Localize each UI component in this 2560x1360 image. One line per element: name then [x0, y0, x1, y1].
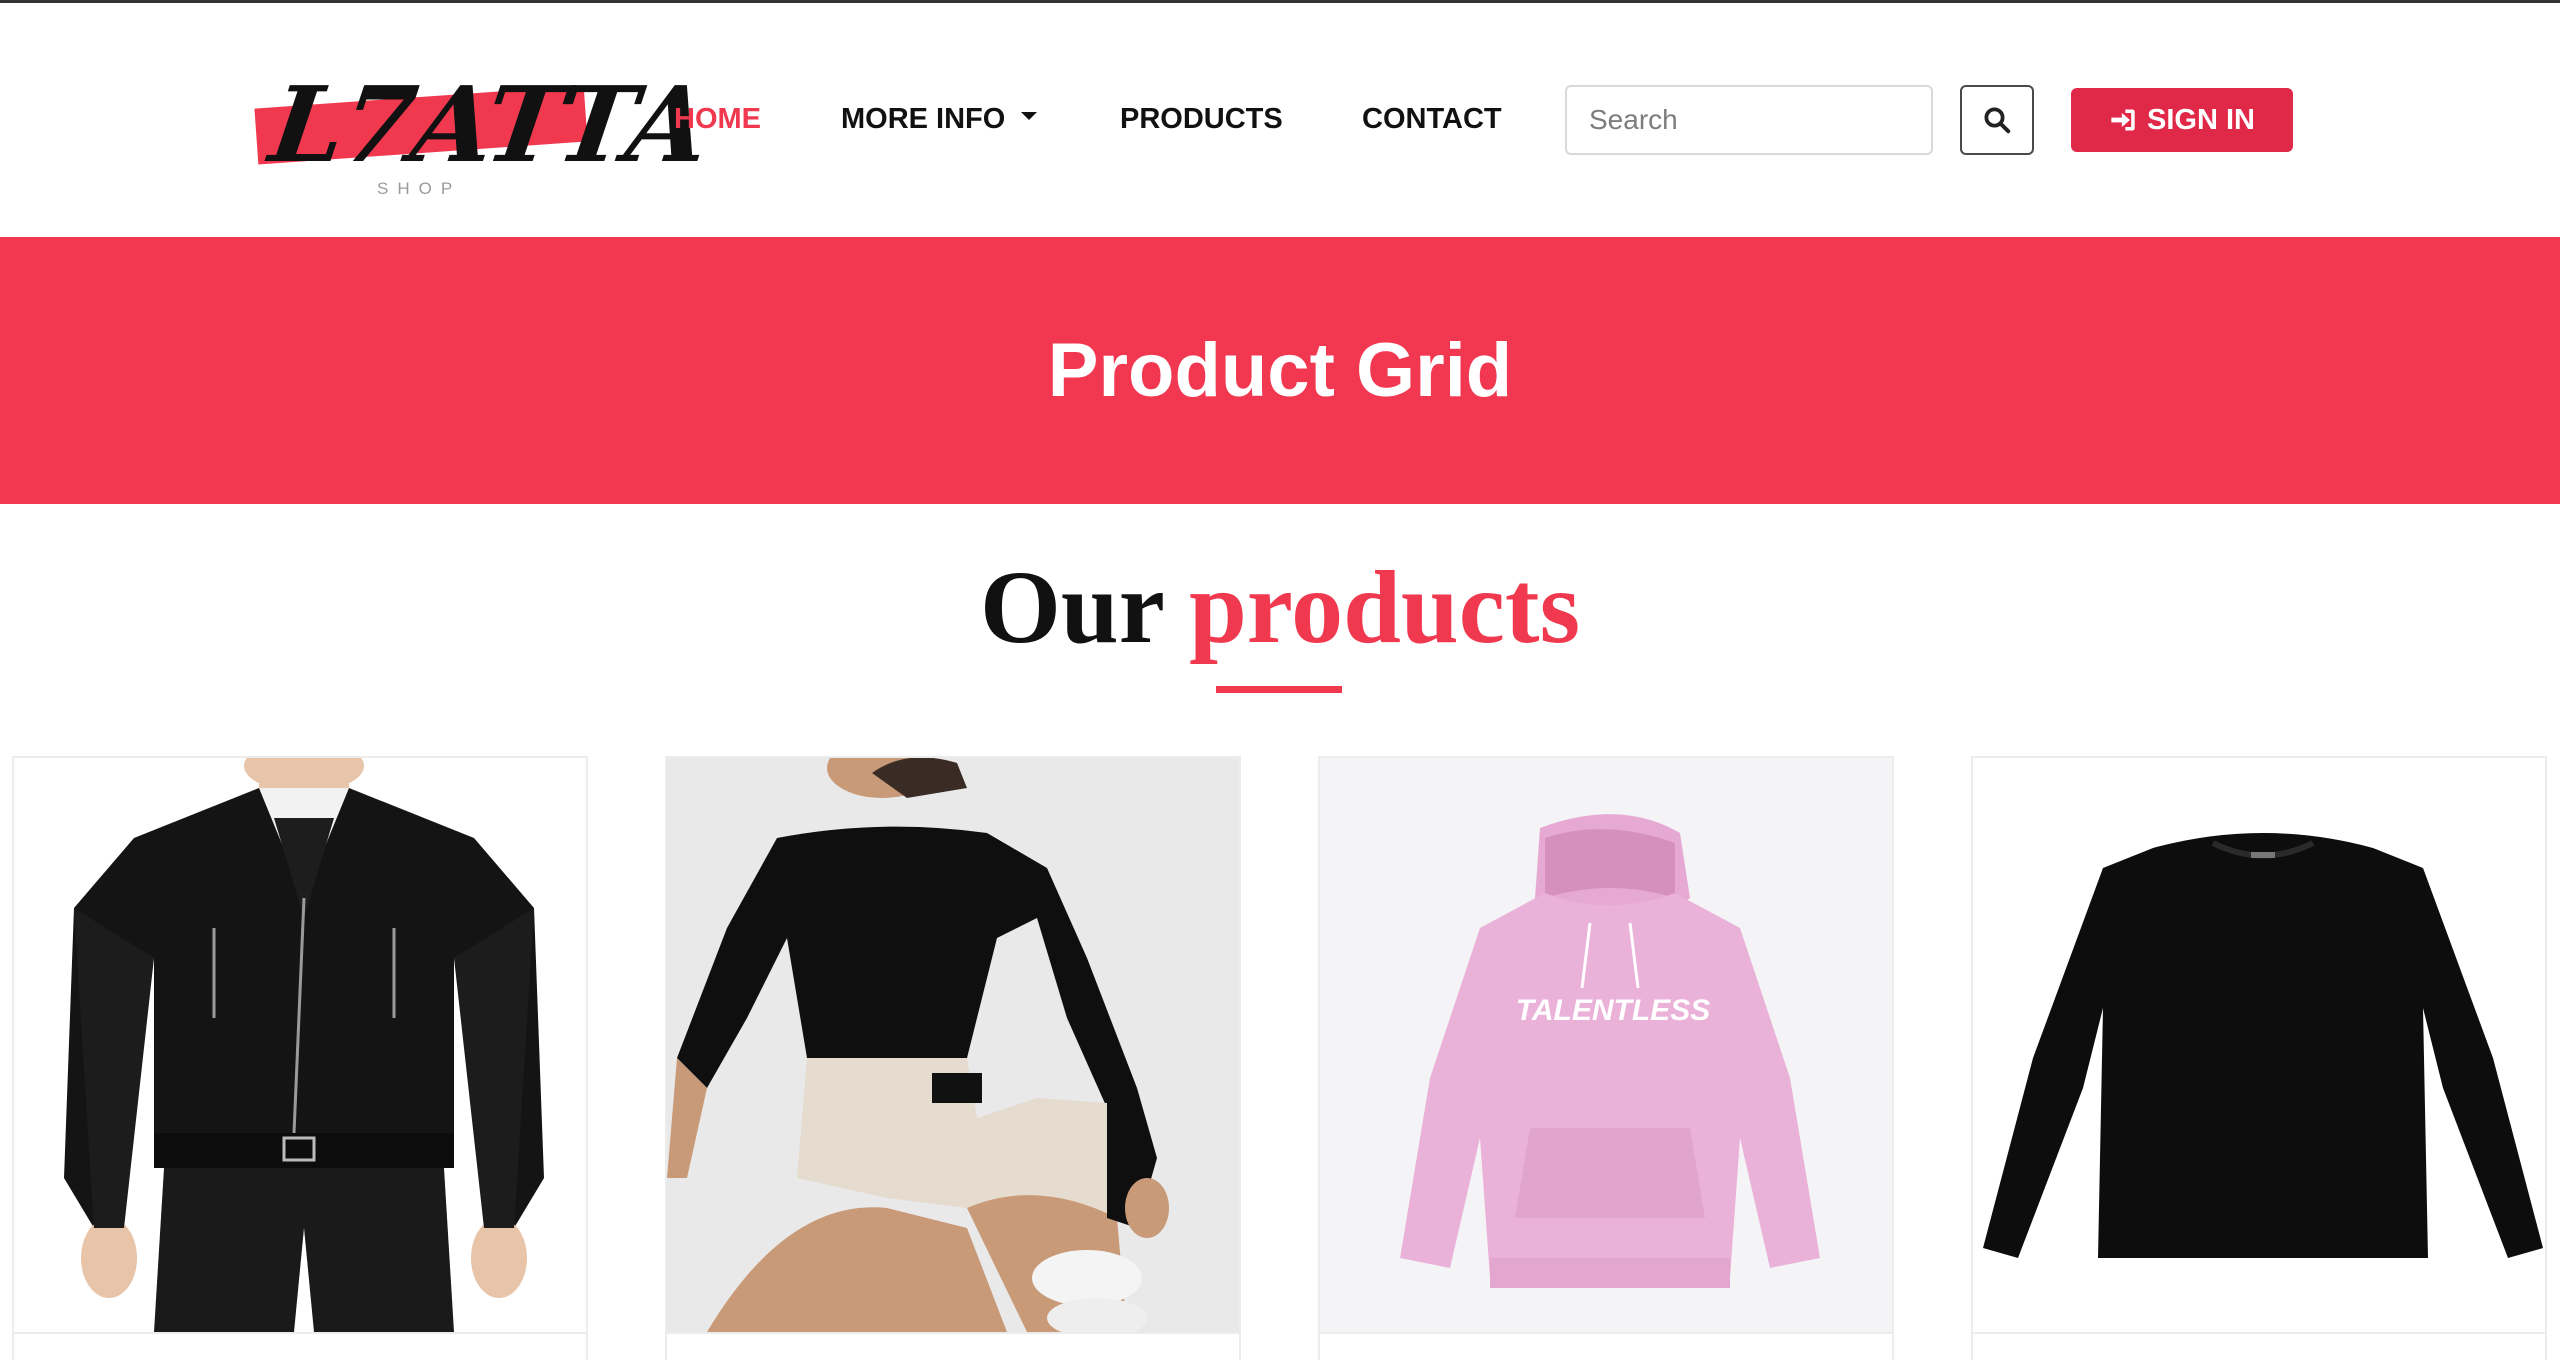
- search-icon: [1984, 107, 2011, 134]
- hoodie-print-text: TALENTLESS: [1516, 994, 1710, 1027]
- caret-down-icon: [1021, 112, 1038, 121]
- product-card[interactable]: [1971, 756, 2547, 1360]
- section-heading-plain: Our: [979, 550, 1163, 665]
- product-image-leather-jacket[interactable]: [14, 758, 586, 1332]
- sign-in-icon: [2111, 109, 2135, 131]
- brand-logo[interactable]: L7ATTA SHOP: [252, 39, 715, 199]
- site-header: L7ATTA SHOP HOME MORE INFO PRODUCTS CONT…: [0, 3, 2560, 237]
- product-card-footer: [667, 1332, 1239, 1360]
- product-card[interactable]: [665, 756, 1241, 1360]
- section-heading-accent: products: [1188, 550, 1581, 665]
- product-image-pink-hoodie[interactable]: TALENTLESS: [1320, 758, 1892, 1332]
- section-heading: Our products: [0, 548, 2560, 667]
- search-input[interactable]: [1565, 85, 1933, 155]
- nav-more-info-label: MORE INFO: [841, 103, 1006, 135]
- nav-home[interactable]: HOME: [674, 103, 761, 136]
- page-banner: Product Grid: [0, 237, 2560, 504]
- product-card[interactable]: TALENTLESS: [1318, 756, 1894, 1360]
- product-card-footer: [1320, 1332, 1892, 1360]
- product-card[interactable]: [12, 756, 588, 1360]
- product-card-footer: [1973, 1332, 2545, 1360]
- product-card-footer: [14, 1332, 586, 1360]
- logo-wordmark: L7ATTA: [263, 63, 716, 186]
- product-image-long-sleeve[interactable]: [1973, 758, 2545, 1332]
- nav-products[interactable]: PRODUCTS: [1120, 103, 1283, 136]
- nav-contact[interactable]: CONTACT: [1362, 103, 1502, 136]
- page-title: Product Grid: [1047, 328, 1513, 413]
- search-button[interactable]: [1960, 85, 2034, 155]
- sign-in-button[interactable]: SIGN IN: [2071, 88, 2293, 152]
- logo-subtitle: SHOP: [377, 179, 462, 198]
- heading-underline: [1216, 686, 1342, 693]
- nav-more-info[interactable]: MORE INFO: [841, 103, 1038, 136]
- sign-in-label: SIGN IN: [2147, 103, 2255, 136]
- product-image-crop-top[interactable]: [667, 758, 1239, 1332]
